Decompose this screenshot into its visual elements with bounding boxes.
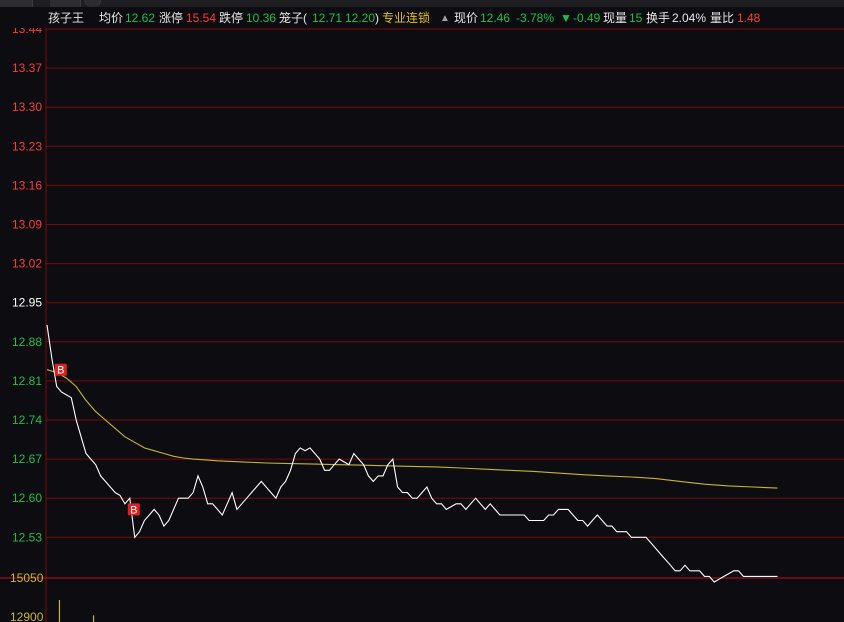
down-arrow-icon: ▼ (560, 11, 572, 25)
y-tick-label: 13.23 (12, 139, 42, 153)
buy-marker-label: B (57, 365, 64, 377)
cage-label: 笼子( (279, 11, 307, 25)
turnover-label: 换手 (646, 11, 671, 25)
y-tick-label: 12.60 (12, 491, 42, 505)
current-price-value: 12.46 (480, 11, 511, 25)
cage-high-value: 12.71 (312, 11, 343, 25)
avg-price-label: 均价 (99, 11, 124, 25)
y-tick-label: 12.74 (12, 413, 42, 427)
price-line (46, 324, 778, 583)
volume-value: 15 (629, 11, 643, 25)
y-tick-label: 13.09 (12, 218, 42, 232)
window-tab-strip (0, 0, 844, 7)
volume-bar (58, 600, 61, 622)
intraday-chart[interactable]: 13.44 13.37 13.30 13.23 13.16 13.09 13.02 12.95… (0, 28, 844, 622)
volume-tick-label: 15050 (10, 571, 44, 585)
volume-ratio-label: 量比 (710, 11, 735, 25)
y-tick-label: 13.16 (12, 178, 42, 192)
volume-area: 15050 12900 (0, 571, 844, 622)
cage-low-value: 12.20 (345, 11, 376, 25)
change-percent: -3.78% (516, 11, 555, 25)
buy-marker-label: B (130, 504, 137, 516)
volume-bar (92, 615, 95, 622)
industry-link[interactable]: 专业连锁 (382, 8, 430, 28)
volume-label: 现量 (603, 11, 628, 25)
y-tick-label: 12.53 (12, 530, 42, 544)
y-tick-label: 13.02 (12, 257, 42, 271)
y-tick-label: 12.88 (12, 335, 42, 349)
y-tick-label: 13.37 (12, 61, 42, 75)
y-tick-label: 12.95 (12, 296, 42, 310)
quote-header: 孩子王 均价 12.62 涨停 15.54 跌停 10.36 笼子( 12.71… (0, 8, 844, 28)
turnover-value: 2.04% (672, 11, 707, 25)
avg-price-value: 12.62 (125, 11, 156, 25)
volume-tick-label: 12900 (10, 610, 44, 622)
y-tick-label: 13.30 (12, 100, 42, 114)
y-tick-label: 12.81 (12, 374, 42, 388)
limit-up-value: 15.54 (186, 11, 217, 25)
cage-close-paren: ) (375, 11, 379, 25)
chart-grid (45, 28, 844, 622)
limit-up-label: 涨停 (159, 11, 184, 25)
window-tab[interactable] (50, 0, 81, 7)
limit-down-value: 10.36 (246, 11, 277, 25)
stock-name[interactable]: 孩子王 (48, 8, 84, 28)
price-lines (46, 324, 778, 583)
window-tab[interactable] (0, 0, 33, 7)
volume-ratio-value: 1.48 (737, 11, 761, 25)
price-axis: 13.44 13.37 13.30 13.23 13.16 13.09 13.02 12.95… (12, 28, 42, 544)
y-tick-label: 12.67 (12, 452, 42, 466)
y-tick-label: 13.44 (12, 28, 42, 36)
buy-marker: B (127, 503, 140, 516)
current-price-label: 现价 (454, 11, 479, 25)
trade-markers: BB (54, 363, 140, 516)
avg-price-line (46, 369, 778, 489)
change-value: -0.49 (573, 11, 601, 25)
limit-down-label: 跌停 (219, 11, 244, 25)
sort-icon[interactable]: ▲ (440, 9, 450, 29)
buy-marker: B (54, 363, 67, 377)
refresh-icon[interactable] (84, 0, 101, 7)
